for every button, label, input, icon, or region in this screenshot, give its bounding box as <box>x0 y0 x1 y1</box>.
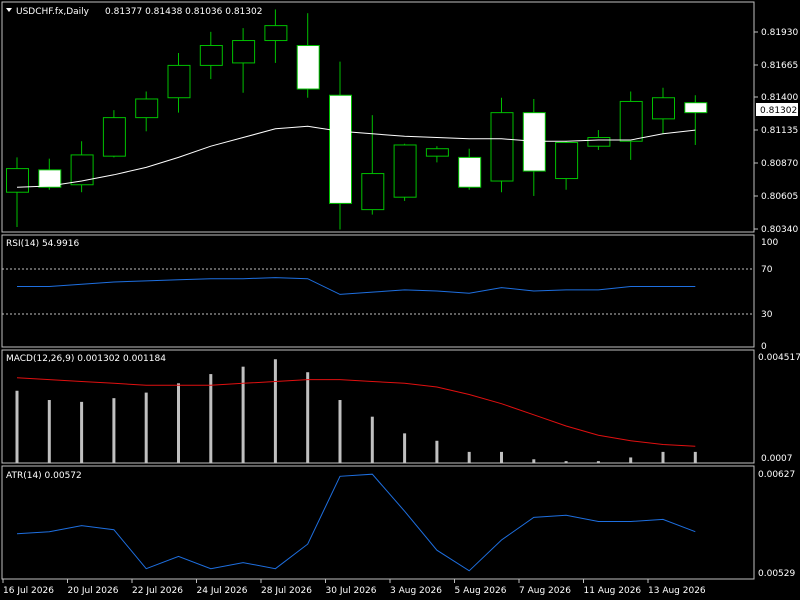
time-label: 11 Aug 2026 <box>584 586 642 596</box>
price-tick: 0.81665 <box>761 61 798 71</box>
macd-bar <box>403 433 407 463</box>
bull-candle <box>70 154 94 186</box>
atr-label: ATR(14) 0.00572 <box>6 471 82 481</box>
time-label: 24 Jul 2026 <box>197 586 248 596</box>
macd-bar <box>693 451 697 463</box>
rsi-tick: 100 <box>761 238 778 248</box>
price-tick: 0.80605 <box>761 192 798 202</box>
time-label: 20 Jul 2026 <box>68 586 119 596</box>
price-tick: 0.80870 <box>761 159 798 169</box>
time-label: 22 Jul 2026 <box>132 586 183 596</box>
bull-candle <box>232 40 256 64</box>
time-label: 7 Aug 2026 <box>519 586 571 596</box>
chart-ohlc-label: 0.81377 0.81438 0.81036 0.81302 <box>105 7 262 17</box>
bull-candle <box>619 100 643 142</box>
bull-candle <box>361 173 385 211</box>
macd-bar <box>306 372 310 463</box>
macd-bar <box>177 383 180 463</box>
macd-label: MACD(12,26,9) 0.001302 0.001184 <box>6 354 166 364</box>
macd-tick: 0.0007 <box>761 454 793 464</box>
rsi-tick: 70 <box>761 265 773 275</box>
macd-bar <box>273 359 277 463</box>
macd-bar <box>209 374 213 463</box>
current-price-label: 0.81302 <box>760 106 797 116</box>
macd-bar <box>112 398 116 463</box>
macd-bar <box>15 390 19 463</box>
bull-candle <box>393 144 417 198</box>
time-label: 5 Aug 2026 <box>455 586 507 596</box>
rsi-tick: 30 <box>761 310 773 320</box>
macd-tick: 0.004517 <box>758 353 800 363</box>
macd-bar <box>80 401 84 463</box>
time-label: 13 Aug 2026 <box>648 586 706 596</box>
bull-candle <box>102 117 126 157</box>
bull-candle <box>652 97 675 120</box>
chart-background <box>0 0 800 600</box>
bull-candle <box>587 137 611 147</box>
bear-candle <box>458 156 482 188</box>
rsi-tick: 0 <box>761 342 767 352</box>
bear-candle <box>684 102 708 114</box>
bull-candle <box>425 148 449 157</box>
price-tick: 0.81135 <box>761 126 798 136</box>
macd-bar <box>467 451 471 463</box>
macd-bar <box>338 400 342 463</box>
macd-bar <box>564 461 568 463</box>
bear-candle <box>522 112 546 172</box>
chart-symbol-label: USDCHF.fx,Daily <box>16 7 90 17</box>
macd-bar <box>629 457 633 463</box>
time-label: 16 Jul 2026 <box>3 586 54 596</box>
bull-candle <box>199 45 223 66</box>
time-label: 3 Aug 2026 <box>390 586 442 596</box>
bear-candle <box>329 94 352 204</box>
time-label: 28 Jul 2026 <box>261 586 312 596</box>
macd-bar <box>596 461 600 463</box>
bull-candle <box>135 98 159 119</box>
rsi-label: RSI(14) 54.9916 <box>6 239 79 249</box>
trading-chart[interactable]: USDCHF.fx,Daily 0.81377 0.81438 0.81036 … <box>0 0 800 600</box>
macd-bar <box>435 440 439 463</box>
price-tick: 0.80340 <box>761 225 798 235</box>
macd-bar <box>370 416 374 463</box>
bull-candle <box>555 141 579 180</box>
bull-candle <box>6 168 29 193</box>
atr-tick: 0.00627 <box>758 470 795 480</box>
time-label: 30 Jul 2026 <box>326 586 377 596</box>
macd-bar <box>500 451 503 463</box>
macd-bar <box>241 366 245 463</box>
atr-tick: 0.00529 <box>758 569 795 579</box>
macd-bar <box>47 400 51 463</box>
macd-bar <box>661 451 665 463</box>
bull-candle <box>490 112 514 182</box>
bear-candle <box>296 45 320 90</box>
macd-bar <box>532 459 536 463</box>
macd-bar <box>144 392 148 463</box>
bull-candle <box>167 64 191 99</box>
bull-candle <box>264 25 288 42</box>
price-tick: 0.81930 <box>761 28 798 38</box>
price-tick: 0.81400 <box>761 93 798 103</box>
